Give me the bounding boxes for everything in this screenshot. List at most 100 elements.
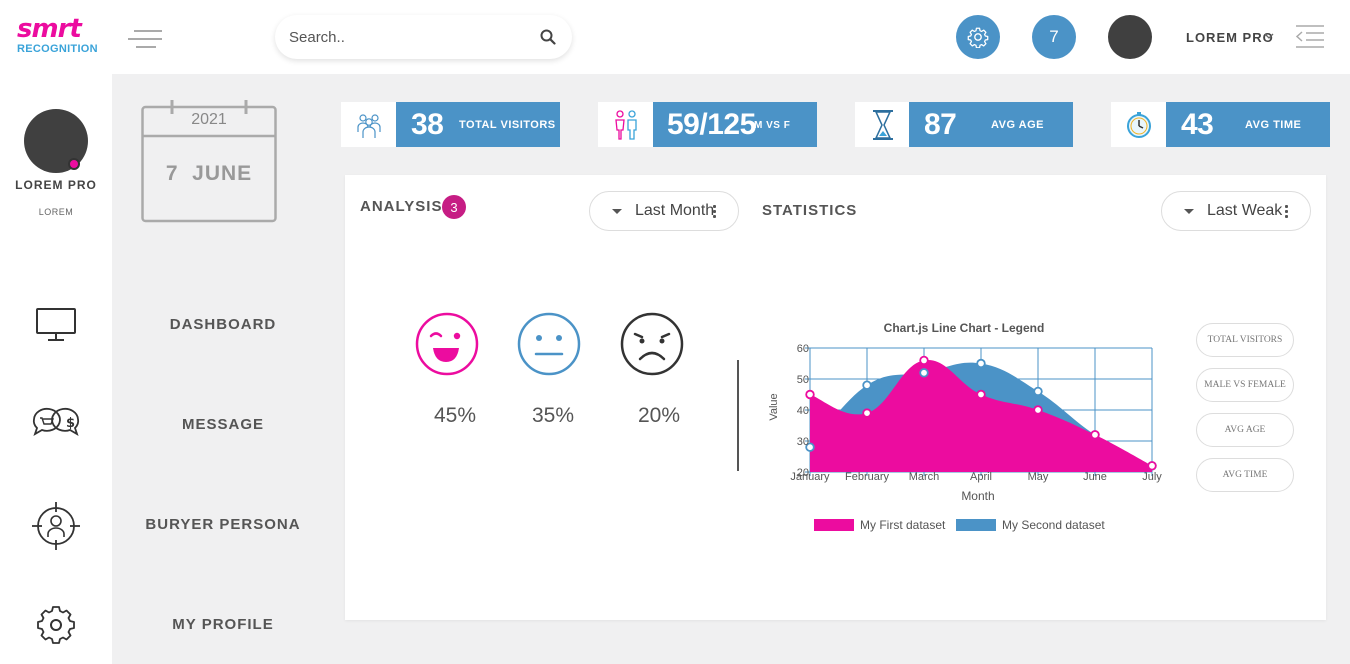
stat-value: 43 [1181,108,1214,141]
line-chart: Chart.js Line Chart - Legend 2030405060 … [768,321,1162,532]
chart-legend-label: My Second dataset [1002,518,1105,532]
stat-icon-box [1111,102,1166,147]
profile-role: LOREM [38,207,74,217]
clock-icon [1126,111,1151,138]
analysis-panel: ANALYSIS 3 Last Month STATISTICS Last We… [345,175,1326,620]
stat-label: AVG TIME [1245,119,1302,131]
stat-value: 38 [411,108,444,141]
chart-data-point [976,358,986,369]
analysis-title: ANALYSIS [360,198,443,215]
caret-down-icon [612,209,622,214]
pill-avg-age[interactable]: AVG AGE [1196,413,1294,447]
nav-message[interactable]: MESSAGE [112,416,334,433]
sidebar: LOREM PRO LOREM $ [0,74,112,664]
hourglass-icon [872,109,893,140]
statistics-period-dropdown[interactable]: Last Weak [1161,191,1311,231]
chart-data-point [1147,461,1157,471]
stat-avg-time: 43 AVG TIME [1166,102,1330,147]
chart-y-tick-label: 30 [797,436,809,448]
notification-count-button[interactable]: 7 [1032,15,1076,59]
chart-data-point [976,389,986,400]
chart-x-tick-label: February [845,471,890,483]
caret-down-icon [1184,209,1194,214]
search-icon[interactable] [540,29,556,45]
logo-text: smrt [17,14,82,44]
chart-x-tick-label: June [1083,471,1107,483]
chart-title: Chart.js Line Chart - Legend [884,321,1045,335]
avatar[interactable] [1108,15,1152,59]
gear-icon[interactable] [28,601,84,649]
sad-percentage: 20% [637,404,681,427]
chart-data-point [862,380,872,390]
chart-x-tick-label: March [909,471,940,483]
stat-label: AVG AGE [991,119,1045,131]
monitor-icon[interactable] [28,299,84,347]
stat-icon-box [341,102,396,147]
male-female-icon [614,109,637,140]
chart-x-tick-label: May [1028,471,1049,483]
chart-x-axis-label: Month [961,489,994,503]
top-bar: smrt RECOGNITION 7 LOREM PRO [0,0,1350,74]
neutral-percentage: 35% [531,404,575,427]
chart-data-point [1033,386,1043,397]
calendar-widget: 2021 7 JUNE [141,100,277,223]
gear-icon [967,27,989,48]
chart-legend-label: My First dataset [860,518,946,532]
stat-total-visitors: 38 TOTAL VISITORS [396,102,560,147]
stat-value: 87 [924,108,957,141]
chart-y-tick-label: 50 [797,374,809,386]
dropdown-label: Last Weak [1207,202,1283,219]
nav-buyer-persona[interactable]: BURYER PERSONA [112,516,334,533]
analysis-period-dropdown[interactable]: Last Month [589,191,739,231]
calendar-date: 7 JUNE [165,162,253,185]
user-name[interactable]: LOREM PRO [1186,30,1274,45]
chart-x-tick-label: July [1142,471,1162,483]
chart-data-point [919,368,929,378]
divider [737,360,739,471]
stat-icon-box [598,102,653,147]
pill-avg-time[interactable]: AVG TIME [1196,458,1294,492]
chart-legend-swatch [814,519,854,531]
nav-dashboard[interactable]: DASHBOARD [112,316,334,333]
sad-face-icon [620,312,684,376]
chart-data-point [805,389,815,400]
more-vertical-icon [713,205,716,219]
stat-icon-box [855,102,910,147]
chart-y-tick-label: 60 [797,343,809,355]
stat-value: 59/125 [667,108,756,141]
pill-total-visitors[interactable]: TOTAL VISITORS [1196,323,1294,357]
nav-my-profile[interactable]: MY PROFILE [112,616,334,633]
chart-data-point [1033,405,1043,415]
stat-avg-age: 87 AVG AGE [909,102,1073,147]
hamburger-menu-icon[interactable] [128,28,162,50]
chart-data-point [1090,430,1100,440]
stat-label: TOTAL VISITORS [459,119,556,131]
search-box [275,15,572,59]
logo-subtitle: RECOGNITION [17,43,98,55]
chart-y-tick-label: 40 [797,405,809,417]
chart-data-point [862,408,872,418]
happy-percentage: 45% [433,404,477,427]
collapse-menu-icon[interactable] [1294,24,1326,50]
calendar-year: 2021 [191,111,227,128]
profile-name: LOREM PRO [15,178,97,192]
settings-button[interactable] [956,15,1000,59]
search-input[interactable] [289,26,529,48]
status-dot-icon [68,158,80,170]
pill-male-vs-female[interactable]: MALE VS FEMALE [1196,368,1294,402]
svg-text:$: $ [66,416,75,431]
dropdown-label: Last Month [635,202,715,219]
chevron-down-icon[interactable] [1264,31,1274,41]
chart-legend-swatch [956,519,996,531]
analysis-count-badge: 3 [442,195,466,219]
stat-label: M VS F [754,120,791,131]
chart-data-point [919,355,929,366]
chart-x-tick-label: April [970,471,992,483]
more-vertical-icon [1285,205,1288,219]
chat-commerce-icon[interactable]: $ [28,399,84,447]
people-icon [356,113,381,138]
happy-face-icon [415,312,479,376]
chart-y-axis-label: Value [768,393,780,420]
logo[interactable]: smrt RECOGNITION [17,16,107,60]
target-persona-icon[interactable] [28,502,84,550]
